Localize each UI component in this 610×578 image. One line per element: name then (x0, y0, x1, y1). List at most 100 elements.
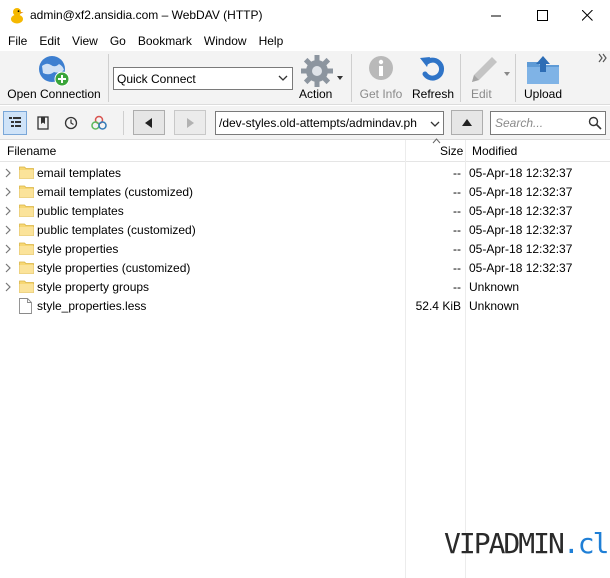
folder-icon (19, 242, 34, 255)
menu-go[interactable]: Go (104, 34, 132, 48)
parent-directory-button[interactable] (451, 110, 483, 135)
file-modified: 05-Apr-18 12:32:37 (469, 242, 573, 256)
action-button[interactable]: Action (296, 51, 348, 105)
window-title: admin@xf2.ansidia.com – WebDAV (HTTP) (30, 8, 263, 22)
file-row[interactable]: style properties -- 05-Apr-18 12:32:37 (0, 239, 610, 258)
menu-file[interactable]: File (0, 34, 33, 48)
file-type-icon (19, 222, 34, 239)
chevron-down-icon (430, 119, 440, 129)
column-filename[interactable]: Filename (7, 144, 56, 158)
expand-toggle[interactable] (4, 205, 12, 219)
file-name: style properties (customized) (37, 261, 191, 275)
chevron-right-icon[interactable] (4, 225, 12, 235)
file-row[interactable]: email templates -- 05-Apr-18 12:32:37 (0, 163, 610, 182)
action-label: Action (299, 87, 333, 101)
open-connection-button[interactable]: Open Connection (4, 51, 104, 105)
file-modified: 05-Apr-18 12:32:37 (469, 261, 573, 275)
refresh-label: Refresh (411, 87, 455, 101)
file-size: -- (453, 223, 461, 237)
quick-connect-select[interactable]: Quick Connect (113, 67, 293, 90)
file-name: public templates (37, 204, 124, 218)
history-tab[interactable] (59, 111, 83, 135)
folder-icon (19, 185, 34, 198)
bookmark-icon (37, 116, 49, 130)
file-type-icon (19, 298, 32, 317)
chevron-right-icon[interactable] (4, 168, 12, 178)
edit-label: Edit (471, 87, 492, 101)
file-row[interactable]: public templates (customized) -- 05-Apr-18… (0, 220, 610, 239)
forward-arrow-icon (187, 117, 194, 128)
upload-label: Upload (523, 87, 563, 101)
title-bar: admin@xf2.ansidia.com – WebDAV (HTTP) (0, 0, 610, 31)
path-select[interactable]: /dev-styles.old-attempts/admindav.ph (215, 111, 444, 135)
file-modified: 05-Apr-18 12:32:37 (469, 223, 573, 237)
file-name: style property groups (37, 280, 150, 294)
chevron-right-icon[interactable] (4, 263, 12, 273)
expand-toggle[interactable] (4, 224, 12, 238)
gear-icon (301, 55, 343, 87)
file-modified: Unknown (469, 280, 520, 294)
column-size[interactable]: Size (440, 144, 463, 158)
maximize-button[interactable] (519, 0, 565, 31)
clock-icon (64, 116, 78, 130)
expand-toggle[interactable] (4, 167, 12, 181)
watermark: VIPADMIN.club (444, 527, 610, 560)
column-modified[interactable]: Modified (472, 144, 517, 158)
file-row[interactable]: style property groups -- Unknown (0, 277, 610, 296)
edit-button[interactable]: Edit (462, 51, 514, 105)
expand-toggle[interactable] (4, 243, 12, 257)
forward-button[interactable] (174, 110, 206, 135)
menu-view[interactable]: View (66, 34, 104, 48)
overflow-chevron-icon[interactable] (598, 53, 608, 63)
info-icon (369, 56, 393, 80)
menu-window[interactable]: Window (198, 34, 253, 48)
open-connection-label: Open Connection (7, 87, 101, 101)
file-row[interactable]: public templates -- 05-Apr-18 12:32:37 (0, 201, 610, 220)
file-row[interactable]: email templates (customized) -- 05-Apr-18 … (0, 182, 610, 201)
file-name: style properties (37, 242, 119, 256)
folder-icon (19, 280, 34, 293)
refresh-button[interactable]: Refresh (408, 51, 458, 105)
file-type-icon (19, 260, 34, 277)
chevron-right-icon[interactable] (4, 282, 12, 292)
file-type-icon (19, 203, 34, 220)
bookmarks-tab[interactable] (31, 111, 55, 135)
maximize-icon (536, 10, 548, 21)
folder-icon (19, 261, 34, 274)
expand-toggle[interactable] (4, 186, 12, 200)
file-size: -- (453, 261, 461, 275)
chevron-right-icon[interactable] (4, 244, 12, 254)
browser-view-tab[interactable] (3, 111, 27, 135)
search-input[interactable]: Search... (490, 111, 606, 135)
menu-bar: File Edit View Go Bookmark Window Help (0, 31, 610, 51)
close-button[interactable] (564, 0, 610, 31)
folder-icon (19, 204, 34, 217)
bonjour-icon (91, 115, 107, 130)
file-row[interactable]: style_properties.less 52.4 KiB Unknown (0, 296, 610, 315)
file-name: public templates (customized) (37, 223, 196, 237)
minimize-button[interactable] (473, 0, 519, 31)
chevron-down-icon (278, 75, 288, 81)
bonjour-tab[interactable] (87, 111, 111, 135)
upload-button[interactable]: Upload (518, 51, 568, 105)
get-info-button[interactable]: Get Info (355, 51, 407, 105)
watermark-domain: .club (562, 527, 610, 560)
file-row[interactable]: style properties (customized) -- 05-Apr-18… (0, 258, 610, 277)
folder-icon (19, 223, 34, 236)
chevron-right-icon[interactable] (4, 206, 12, 216)
menu-edit[interactable]: Edit (33, 34, 66, 48)
back-button[interactable] (133, 110, 165, 135)
chevron-right-icon[interactable] (4, 187, 12, 197)
file-type-icon (19, 165, 34, 182)
expand-toggle[interactable] (4, 262, 12, 276)
file-type-icon (19, 279, 34, 296)
back-arrow-icon (145, 117, 152, 128)
watermark-text: VIPADMIN (444, 527, 565, 560)
minimize-icon (490, 15, 501, 17)
expand-toggle[interactable] (4, 281, 12, 295)
pencil-icon (472, 57, 510, 82)
menu-help[interactable]: Help (253, 34, 290, 48)
menu-bookmark[interactable]: Bookmark (132, 34, 198, 48)
refresh-icon (420, 57, 444, 81)
duck-app-icon (11, 8, 24, 24)
